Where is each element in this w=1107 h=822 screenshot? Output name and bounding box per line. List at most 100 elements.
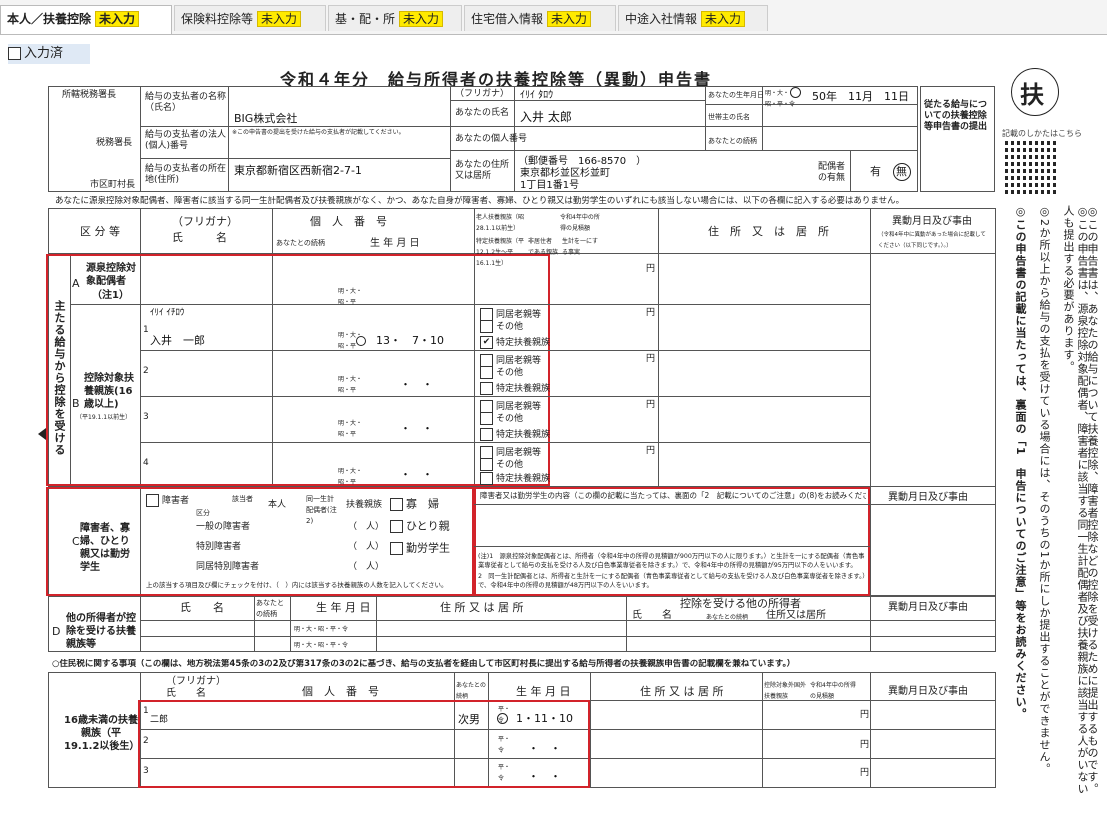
you-birth-value[interactable]: 50年 11月 11日: [812, 88, 909, 104]
checkbox[interactable]: [390, 520, 403, 533]
note-3: ◎2か所以上から給与の支払を受けている場合には、そのうちの1か所にしか提出するこ…: [1038, 205, 1051, 775]
c-note-2: 2 同一生計配偶者とは、所得者と生計を一にする配偶者（青色事業専従者として給与の…: [478, 573, 866, 589]
c-bottom-note: 上の該当する項目及び欄にチェックを付け、（ ）内には該当する扶養親族の人数を記入…: [146, 581, 448, 589]
checkbox[interactable]: [480, 382, 493, 395]
tab-jutaku[interactable]: 住宅借入情報 未入力: [464, 5, 616, 31]
v-line: [140, 86, 141, 192]
note-2: ◎この申告書は、源泉控除対象配偶者、障害者に該当する同一生計配偶者及び扶養親族に…: [1062, 205, 1089, 795]
era-circle: [356, 336, 366, 346]
how-to-link[interactable]: 記載のしかたはこちら: [1002, 128, 1082, 139]
income-header: 令和4年中の所得の見積額: [560, 214, 600, 232]
v-line: [590, 672, 591, 788]
b2-birth[interactable]: ・ ・: [400, 376, 433, 392]
h-line: [140, 350, 870, 351]
you-address-label: あなたの住所又は居所: [455, 160, 510, 181]
yen: 円: [646, 446, 656, 456]
r-overseas: 控除対象外国外扶養親族: [764, 682, 807, 700]
qr-overlay: [1005, 140, 1059, 194]
b2-opt-special: 特定扶養親族: [480, 382, 550, 395]
change-note: （令和4年中に異動があった場合に記載してください（以下同じです。）。）: [878, 232, 986, 249]
r-income: 令和4年中の所得の見積額: [810, 682, 856, 700]
v-line: [254, 596, 255, 652]
note-4: ◎この申告書の記載に当たっては、裏面の「1 申告についてのご注意」等をお読みくだ…: [1014, 205, 1027, 720]
checkbox[interactable]: [390, 498, 403, 511]
r1-birth[interactable]: 1・11・10: [516, 710, 573, 726]
b1-opt-other: その他: [480, 320, 523, 333]
b3-opt-other: その他: [480, 412, 523, 425]
householder-label: 世帯主の氏名: [708, 113, 750, 121]
b1-name[interactable]: 入井 一郎: [150, 332, 205, 348]
tab-bar: 本人／扶養控除 未入力 保険料控除等 未入力 基・配・所 未入力 住宅借入情報 未入力 …: [0, 0, 1107, 35]
b4-birth[interactable]: ・ ・: [400, 466, 433, 482]
h-line: [140, 620, 996, 621]
payer-address-value[interactable]: 東京都新宿区西新宿2-7-1: [234, 162, 362, 178]
spouse-yes[interactable]: 有: [870, 166, 881, 177]
row-no: 2: [143, 736, 149, 746]
status-badge: 未入力: [547, 11, 592, 27]
c-row-general: 一般の障害者: [196, 522, 251, 532]
resident-title: 16歳未満の扶養親族（平19.1.2以後生）: [64, 715, 140, 752]
shimei-header: 氏 名: [172, 231, 227, 244]
col-dep: 扶養親族: [346, 500, 383, 510]
h-line: [140, 442, 870, 443]
c-change: 異動月日及び事由: [888, 492, 968, 503]
b4-opt-other: その他: [480, 458, 523, 471]
living-header: 生計を一にする事実: [562, 238, 599, 256]
d-other-header: 控除を受ける他の所得者: [680, 597, 801, 610]
checkbox[interactable]: [480, 458, 493, 471]
checkbox[interactable]: [480, 472, 493, 485]
b1-furigana[interactable]: ｲﾘｲ ｲﾁﾛｳ: [150, 305, 184, 318]
birth-header: 生 年 月 日: [370, 238, 420, 249]
section-ab-highlight: [46, 254, 550, 486]
tab-honnin-fuyou[interactable]: 本人／扶養控除 未入力: [0, 5, 172, 34]
tab-ki-hai-sho[interactable]: 基・配・所 未入力: [328, 5, 462, 31]
checkbox[interactable]: [480, 366, 493, 379]
tax-office-label: 所轄税務署長: [62, 90, 117, 100]
era-circle: [497, 713, 508, 724]
r-relation: あなたとの続柄: [456, 682, 486, 700]
tab-label: 保険料控除等: [181, 12, 254, 26]
checkbox-checked[interactable]: ✔: [480, 336, 493, 349]
checkbox[interactable]: [146, 494, 159, 507]
r3-birth[interactable]: ・ ・: [528, 768, 561, 784]
section-c-letter: C: [72, 535, 80, 548]
section-c-title: 障害者、寡婦、ひとり親又は勤労学生: [80, 523, 130, 573]
r1-relation[interactable]: 次男: [458, 711, 480, 727]
checkbox[interactable]: [480, 428, 493, 441]
checkbox[interactable]: [480, 320, 493, 333]
b1-birth[interactable]: 13・ 7・10: [376, 332, 444, 348]
furigana-header: （フリガナ）: [172, 215, 238, 228]
col-self: 本人: [268, 500, 287, 510]
b3-birth[interactable]: ・ ・: [400, 420, 433, 436]
yen: 円: [860, 768, 870, 778]
d-birth: 生 年 月 日: [316, 601, 371, 614]
tab-chuto[interactable]: 中途入社情報 未入力: [618, 5, 768, 31]
applicable-label: 該当者: [232, 495, 253, 503]
r2-birth[interactable]: ・ ・: [528, 740, 561, 756]
you-address2[interactable]: 1丁目1番1号: [520, 176, 579, 191]
r3-era: 平・令: [498, 764, 511, 782]
entered-checkbox[interactable]: [8, 47, 21, 60]
v-line: [626, 596, 627, 652]
section-b-note: （平19.1.1以前生）: [76, 414, 132, 421]
v-line: [870, 596, 871, 652]
h-line: [450, 126, 918, 127]
checkbox[interactable]: [390, 542, 403, 555]
payer-name-value[interactable]: BIG株式会社: [234, 110, 297, 126]
arrow-left-icon[interactable]: [38, 428, 46, 440]
spouse-no[interactable]: 無: [896, 166, 907, 177]
b2-opt-other: その他: [480, 366, 523, 379]
you-name-value[interactable]: 入井 太郎: [520, 108, 572, 125]
tab-label: 住宅借入情報: [471, 12, 544, 26]
you-furigana-value[interactable]: ｲﾘｲ ﾀﾛｳ: [520, 86, 553, 101]
tab-hokenryo[interactable]: 保険料控除等 未入力: [174, 5, 326, 31]
row-no: 3: [143, 766, 149, 776]
era-circle: [790, 87, 801, 98]
entered-toggle[interactable]: 入力済: [8, 44, 90, 64]
b4-era: 明・大・昭・平: [338, 468, 363, 486]
r1-name[interactable]: 二郎: [150, 712, 168, 725]
disabled-label: 障害者: [162, 496, 190, 506]
r-shimei: 氏 名: [166, 688, 206, 699]
checkbox[interactable]: [480, 412, 493, 425]
d-change: 異動月日及び事由: [888, 602, 968, 613]
